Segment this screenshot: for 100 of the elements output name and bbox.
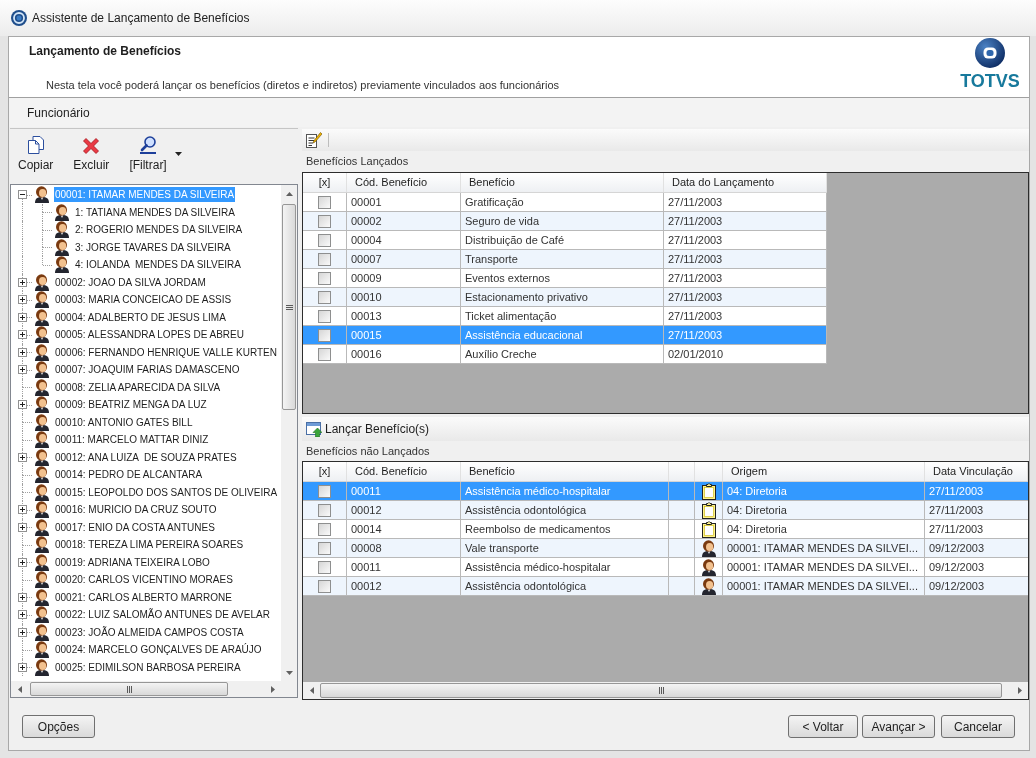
tree-item[interactable]: 00012: ANA LUIZA DE SOUZA PRATES: [54, 449, 238, 465]
checkbox[interactable]: [318, 195, 331, 209]
toolbar-button[interactable]: Copiar: [16, 136, 56, 172]
column-header[interactable]: Benefício: [461, 462, 669, 481]
tree-item[interactable]: 3: JORGE TAVARES DA SILVEIRA: [74, 239, 232, 255]
plus-box-icon[interactable]: [18, 592, 27, 602]
tree-item[interactable]: 00005: ALESSANDRA LOPES DE ABREU: [54, 327, 245, 343]
plus-box-icon[interactable]: [18, 365, 27, 374]
tree-item[interactable]: 1: TATIANA MENDES DA SILVEIRA: [74, 204, 236, 220]
plus-box-icon[interactable]: [18, 312, 27, 322]
vertical-scrollbar[interactable]: [281, 185, 297, 681]
plus-box-icon[interactable]: [18, 627, 27, 637]
column-header[interactable]: Origem: [723, 462, 925, 481]
edit-button[interactable]: [306, 132, 322, 148]
column-header[interactable]: [x]: [303, 173, 347, 192]
horizontal-scrollbar[interactable]: [11, 681, 281, 697]
checkbox[interactable]: [318, 560, 331, 574]
checkbox[interactable]: [318, 252, 331, 266]
tree-item[interactable]: 00006: FERNANDO HENRIQUE VALLE KURTEN: [54, 344, 278, 360]
column-header[interactable]: Data do Lançamento: [664, 173, 827, 192]
tree-item[interactable]: 00002: JOAO DA SILVA JORDAM: [54, 274, 207, 290]
tree-item[interactable]: 00021: CARLOS ALBERTO MARRONE: [54, 589, 233, 605]
table-cell: 27/11/2003: [664, 288, 827, 306]
plus-box-icon[interactable]: [18, 522, 27, 532]
checkbox[interactable]: [318, 328, 331, 342]
tree-item[interactable]: 00007: JOAQUIM FARIAS DAMASCENO: [54, 362, 241, 378]
checkbox[interactable]: [318, 579, 331, 593]
table-row[interactable]: 00012 Assistência odontológica 04: Diretoria 27/11/2003: [303, 501, 1028, 520]
plus-box-icon[interactable]: [18, 347, 27, 357]
tree-item[interactable]: 00018: TEREZA LIMA PEREIRA SOARES: [54, 537, 245, 553]
table-row[interactable]: 00009 Eventos externos 27/11/2003: [303, 269, 827, 288]
plus-box-icon[interactable]: [18, 400, 27, 409]
table-row[interactable]: 00004 Distribuição de Café 27/11/2003: [303, 231, 827, 250]
tree-item[interactable]: 00019: ADRIANA TEIXEIRA LOBO: [54, 554, 211, 570]
scrollbar-thumb[interactable]: [30, 682, 228, 696]
tree-item[interactable]: 00010: ANTONIO GATES BILL: [54, 414, 194, 430]
plus-box-icon[interactable]: [18, 662, 27, 672]
tree-item[interactable]: 2: ROGERIO MENDES DA SILVEIRA: [74, 222, 244, 238]
checkbox[interactable]: [318, 522, 331, 536]
table-row[interactable]: 00002 Seguro de vida 27/11/2003: [303, 212, 827, 231]
tree-item[interactable]: 00022: LUIZ SALOMÃO ANTUNES DE AVELAR: [54, 607, 271, 623]
checkbox[interactable]: [318, 503, 331, 517]
table-row[interactable]: 00008 Vale transporte 00001: ITAMAR MENDES DA SILVEI... 09/12/2003: [303, 539, 1028, 558]
plus-box-icon[interactable]: [18, 610, 27, 619]
dropdown-button[interactable]: [174, 152, 182, 156]
tree-item[interactable]: 00023: JOÃO ALMEIDA CAMPOS COSTA: [54, 624, 245, 640]
nav-button[interactable]: Cancelar: [941, 715, 1015, 738]
toolbar-button[interactable]: [Filtrar]: [127, 136, 169, 172]
tree-item[interactable]: 00020: CARLOS VICENTINO MORAES: [54, 572, 234, 588]
plus-box-icon[interactable]: [18, 277, 27, 287]
minus-box-icon[interactable]: [18, 190, 27, 199]
tree-item[interactable]: 00003: MARIA CONCEICAO DE ASSIS: [54, 292, 233, 308]
column-header[interactable]: Cód. Benefício: [347, 462, 461, 481]
checkbox[interactable]: [318, 290, 331, 304]
nav-button[interactable]: < Voltar: [788, 715, 858, 738]
plus-box-icon[interactable]: [18, 295, 27, 304]
column-header[interactable]: Benefício: [461, 173, 664, 192]
nav-button[interactable]: Avançar >: [862, 715, 935, 738]
tree-item[interactable]: 00025: EDIMILSON BARBOSA PEREIRA: [54, 659, 242, 675]
plus-box-icon[interactable]: [18, 330, 27, 339]
table-cell: 00011: [347, 482, 461, 500]
horizontal-scrollbar[interactable]: [303, 682, 1028, 699]
tree-item[interactable]: 00009: BEATRIZ MENGA DA LUZ: [54, 397, 208, 413]
table-row[interactable]: 00010 Estacionamento privativo 27/11/2003: [303, 288, 827, 307]
column-header[interactable]: Cód. Benefício: [347, 173, 461, 192]
tree-item[interactable]: 4: IOLANDA MENDES DA SILVEIRA: [74, 257, 242, 273]
tree-item[interactable]: 00014: PEDRO DE ALCANTARA: [54, 467, 204, 483]
table-cell: 27/11/2003: [664, 250, 827, 268]
table-row[interactable]: 00007 Transporte 27/11/2003: [303, 250, 827, 269]
checkbox[interactable]: [318, 271, 331, 285]
checkbox[interactable]: [318, 309, 331, 323]
launch-button[interactable]: Lançar Benefício(s): [306, 420, 430, 438]
plus-box-icon[interactable]: [18, 505, 27, 514]
checkbox[interactable]: [318, 214, 331, 228]
tree-item[interactable]: 00015: LEOPOLDO DOS SANTOS DE OLIVEIRA: [54, 484, 279, 500]
options-button[interactable]: Opções: [22, 715, 95, 738]
checkbox[interactable]: [318, 233, 331, 247]
tree-item[interactable]: 00011: MARCELO MATTAR DINIZ: [54, 432, 210, 448]
table-row[interactable]: 00012 Assistência odontológica 00001: ITAMAR MENDES DA SILVEI... 09/12/2003: [303, 577, 1028, 596]
table-cell-text: 09/12/2003: [928, 578, 986, 594]
scrollbar-thumb[interactable]: [320, 683, 1002, 698]
toolbar-button[interactable]: Excluir: [71, 136, 112, 172]
tree-item[interactable]: 00024: MARCELO GONÇALVES DE ARAÚJO: [54, 642, 263, 658]
scrollbar-thumb[interactable]: [282, 204, 296, 410]
column-header[interactable]: Data Vinculação: [925, 462, 1028, 481]
table-row[interactable]: 00013 Ticket alimentação 27/11/2003: [303, 307, 827, 326]
tree-item[interactable]: 00017: ENIO DA COSTA ANTUNES: [54, 519, 216, 535]
tree-item[interactable]: 00016: MURICIO DA CRUZ SOUTO: [54, 502, 218, 518]
plus-box-icon[interactable]: [18, 557, 27, 567]
table-row[interactable]: 00001 Gratificação 27/11/2003: [303, 193, 827, 212]
checkbox[interactable]: [318, 347, 331, 361]
tree-item[interactable]: 00008: ZELIA APARECIDA DA SILVA: [54, 379, 222, 395]
checkbox[interactable]: [318, 541, 331, 555]
checkbox[interactable]: [318, 484, 331, 498]
table-row[interactable]: 00014 Reembolso de medicamentos 04: Diretoria 27/11/2003: [303, 520, 1028, 539]
tree-item[interactable]: 00004: ADALBERTO DE JESUS LIMA: [54, 309, 227, 325]
table-row[interactable]: 00016 Auxílio Creche 02/01/2010: [303, 345, 827, 364]
column-header[interactable]: [x]: [303, 462, 347, 481]
table-row[interactable]: 00011 Assistência médico-hospitalar 00001: ITAMAR MENDES DA SILVEI... 09/12/2003: [303, 558, 1028, 577]
plus-box-icon[interactable]: [18, 452, 27, 462]
